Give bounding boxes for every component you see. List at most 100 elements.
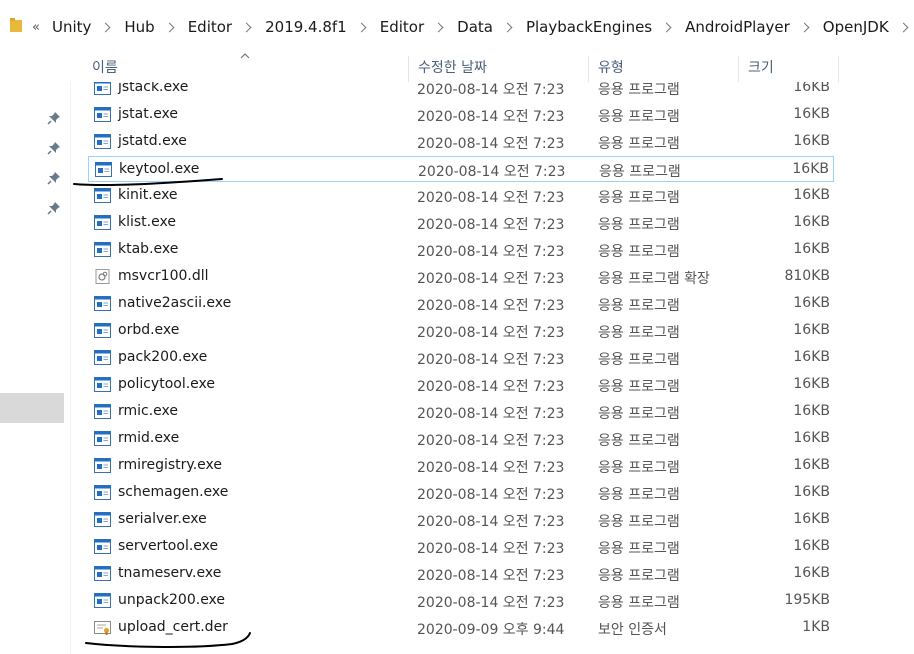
dll-icon	[95, 269, 110, 284]
chevron-right-icon[interactable]	[433, 22, 444, 32]
breadcrumb-item[interactable]: Editor	[186, 18, 234, 36]
file-modified-date: 2020-08-14 오전 7:23	[417, 406, 565, 422]
file-name[interactable]: rmid.exe	[118, 430, 179, 446]
file-row[interactable]: native2ascii.exe 2020-08-14 오전 7:23 응용 프로그…	[88, 291, 834, 317]
sort-ascending-icon	[240, 53, 250, 59]
file-name[interactable]: orbd.exe	[118, 322, 179, 338]
file-row[interactable]: orbd.exe 2020-08-14 오전 7:23 응용 프로그램 16KB	[88, 318, 834, 344]
chevron-right-icon[interactable]	[164, 22, 175, 32]
exe-icon	[94, 242, 111, 257]
file-row[interactable]: ktab.exe 2020-08-14 오전 7:23 응용 프로그램 16KB	[88, 237, 834, 263]
file-name[interactable]: unpack200.exe	[118, 592, 225, 608]
chevron-right-icon[interactable]	[898, 22, 909, 32]
file-type: 응용 프로그램	[598, 433, 680, 449]
file-row[interactable]: upload_cert.der 2020-09-09 오후 9:44 보안 인증서 1…	[88, 615, 834, 641]
file-name[interactable]: keytool.exe	[119, 161, 199, 177]
breadcrumb-item[interactable]: OpenJDK	[821, 18, 891, 36]
file-row[interactable]: schemagen.exe 2020-08-14 오전 7:23 응용 프로그램 16…	[88, 480, 834, 506]
file-row[interactable]: rmid.exe 2020-08-14 오전 7:23 응용 프로그램 16KB	[88, 426, 834, 452]
chevron-right-icon[interactable]	[356, 22, 367, 32]
file-type: 응용 프로그램	[598, 325, 680, 341]
file-type: 응용 프로그램	[598, 379, 680, 395]
breadcrumb-item[interactable]: Editor	[378, 18, 426, 36]
file-modified-date: 2020-08-14 오전 7:23	[417, 217, 565, 233]
file-row[interactable]: msvcr100.dll 2020-08-14 오전 7:23 응용 프로그램 확장…	[88, 264, 834, 290]
file-explorer-window: « Unity Hub Editor 2019.4.8f1 Editor Data Play…	[0, 0, 914, 654]
chevron-right-icon[interactable]	[241, 22, 252, 32]
file-name[interactable]: schemagen.exe	[118, 484, 228, 500]
file-modified-date: 2020-08-14 오전 7:23	[417, 595, 565, 611]
column-header-date[interactable]: 수정한 날짜	[418, 52, 487, 82]
column-header-size[interactable]: 크기	[748, 52, 774, 82]
file-row-selected[interactable]: keytool.exe 2020-08-14 오전 7:23 응용 프로그램 16KB	[88, 156, 834, 182]
file-row[interactable]: serialver.exe 2020-08-14 오전 7:23 응용 프로그램 16…	[88, 507, 834, 533]
file-modified-date: 2020-09-09 오후 9:44	[417, 622, 565, 638]
file-row[interactable]: policytool.exe 2020-08-14 오전 7:23 응용 프로그램 1…	[88, 372, 834, 398]
file-modified-date: 2020-08-14 오전 7:23	[417, 379, 565, 395]
file-row[interactable]: jstatd.exe 2020-08-14 오전 7:23 응용 프로그램 16KB	[88, 129, 834, 155]
file-row[interactable]: servertool.exe 2020-08-14 오전 7:23 응용 프로그램 1…	[88, 534, 834, 560]
chevron-right-icon[interactable]	[502, 22, 513, 32]
file-name[interactable]: rmic.exe	[118, 403, 178, 419]
file-row[interactable]: unpack200.exe 2020-08-14 오전 7:23 응용 프로그램 19…	[88, 588, 834, 614]
file-name[interactable]: msvcr100.dll	[118, 268, 209, 284]
file-list: jstack.exe 2020-08-14 오전 7:23 응용 프로그램 16KB j…	[0, 82, 914, 654]
file-modified-date: 2020-08-14 오전 7:23	[418, 164, 566, 180]
file-name[interactable]: jstat.exe	[118, 106, 178, 122]
column-header-row: 이름 수정한 날짜 유형 크기	[70, 52, 914, 82]
file-name[interactable]: pack200.exe	[118, 349, 207, 365]
file-type: 응용 프로그램	[598, 487, 680, 503]
file-name[interactable]: tnameserv.exe	[118, 565, 221, 581]
file-name[interactable]: servertool.exe	[118, 538, 218, 554]
file-size: 16KB	[793, 214, 830, 230]
column-divider[interactable]	[588, 56, 589, 82]
file-row[interactable]: pack200.exe 2020-08-14 오전 7:23 응용 프로그램 16KB	[88, 345, 834, 371]
file-type: 응용 프로그램	[598, 514, 680, 530]
breadcrumb-item[interactable]: Hub	[122, 18, 156, 36]
file-modified-date: 2020-08-14 오전 7:23	[417, 82, 565, 98]
file-type: 응용 프로그램	[598, 82, 680, 98]
file-row[interactable]: klist.exe 2020-08-14 오전 7:23 응용 프로그램 16KB	[88, 210, 834, 236]
chevron-right-icon[interactable]	[100, 22, 111, 32]
file-modified-date: 2020-08-14 오전 7:23	[417, 352, 565, 368]
file-row[interactable]: rmic.exe 2020-08-14 오전 7:23 응용 프로그램 16KB	[88, 399, 834, 425]
breadcrumb-item[interactable]: Unity	[50, 18, 93, 36]
breadcrumb-overflow-button[interactable]: «	[32, 20, 40, 35]
file-type: 응용 프로그램	[598, 136, 680, 152]
exe-icon	[94, 215, 111, 230]
column-header-type[interactable]: 유형	[598, 52, 624, 82]
file-size: 1KB	[802, 619, 830, 635]
file-row[interactable]: jstat.exe 2020-08-14 오전 7:23 응용 프로그램 16KB	[88, 102, 834, 128]
file-row[interactable]: tnameserv.exe 2020-08-14 오전 7:23 응용 프로그램 16…	[88, 561, 834, 587]
column-divider[interactable]	[738, 56, 739, 82]
file-name[interactable]: native2ascii.exe	[118, 295, 231, 311]
file-name[interactable]: jstatd.exe	[118, 133, 187, 149]
breadcrumb-item[interactable]: PlaybackEngines	[524, 18, 654, 36]
column-divider[interactable]	[838, 56, 839, 82]
file-size: 16KB	[792, 161, 829, 177]
file-size: 16KB	[793, 106, 830, 122]
exe-icon	[94, 134, 111, 149]
file-name[interactable]: ktab.exe	[118, 241, 178, 257]
column-divider[interactable]	[408, 56, 409, 82]
column-header-name[interactable]: 이름	[92, 52, 118, 82]
breadcrumb-item[interactable]: AndroidPlayer	[683, 18, 792, 36]
file-row[interactable]: jstack.exe 2020-08-14 오전 7:23 응용 프로그램 16KB	[88, 82, 834, 101]
file-row[interactable]: kinit.exe 2020-08-14 오전 7:23 응용 프로그램 16KB	[88, 183, 834, 209]
exe-icon	[94, 458, 111, 473]
chevron-right-icon[interactable]	[661, 22, 672, 32]
file-name[interactable]: upload_cert.der	[118, 619, 228, 635]
exe-icon	[94, 485, 111, 500]
file-name[interactable]: rmiregistry.exe	[118, 457, 222, 473]
breadcrumb-item[interactable]: Data	[455, 18, 495, 36]
address-bar[interactable]: « Unity Hub Editor 2019.4.8f1 Editor Data Play…	[0, 0, 914, 53]
breadcrumb-item[interactable]: 2019.4.8f1	[263, 18, 349, 36]
chevron-right-icon[interactable]	[799, 22, 810, 32]
file-size: 195KB	[784, 592, 830, 608]
file-name[interactable]: kinit.exe	[118, 187, 178, 203]
file-name[interactable]: klist.exe	[118, 214, 176, 230]
file-name[interactable]: serialver.exe	[118, 511, 207, 527]
file-name[interactable]: policytool.exe	[118, 376, 215, 392]
file-name[interactable]: jstack.exe	[118, 82, 188, 95]
file-row[interactable]: rmiregistry.exe 2020-08-14 오전 7:23 응용 프로그램…	[88, 453, 834, 479]
